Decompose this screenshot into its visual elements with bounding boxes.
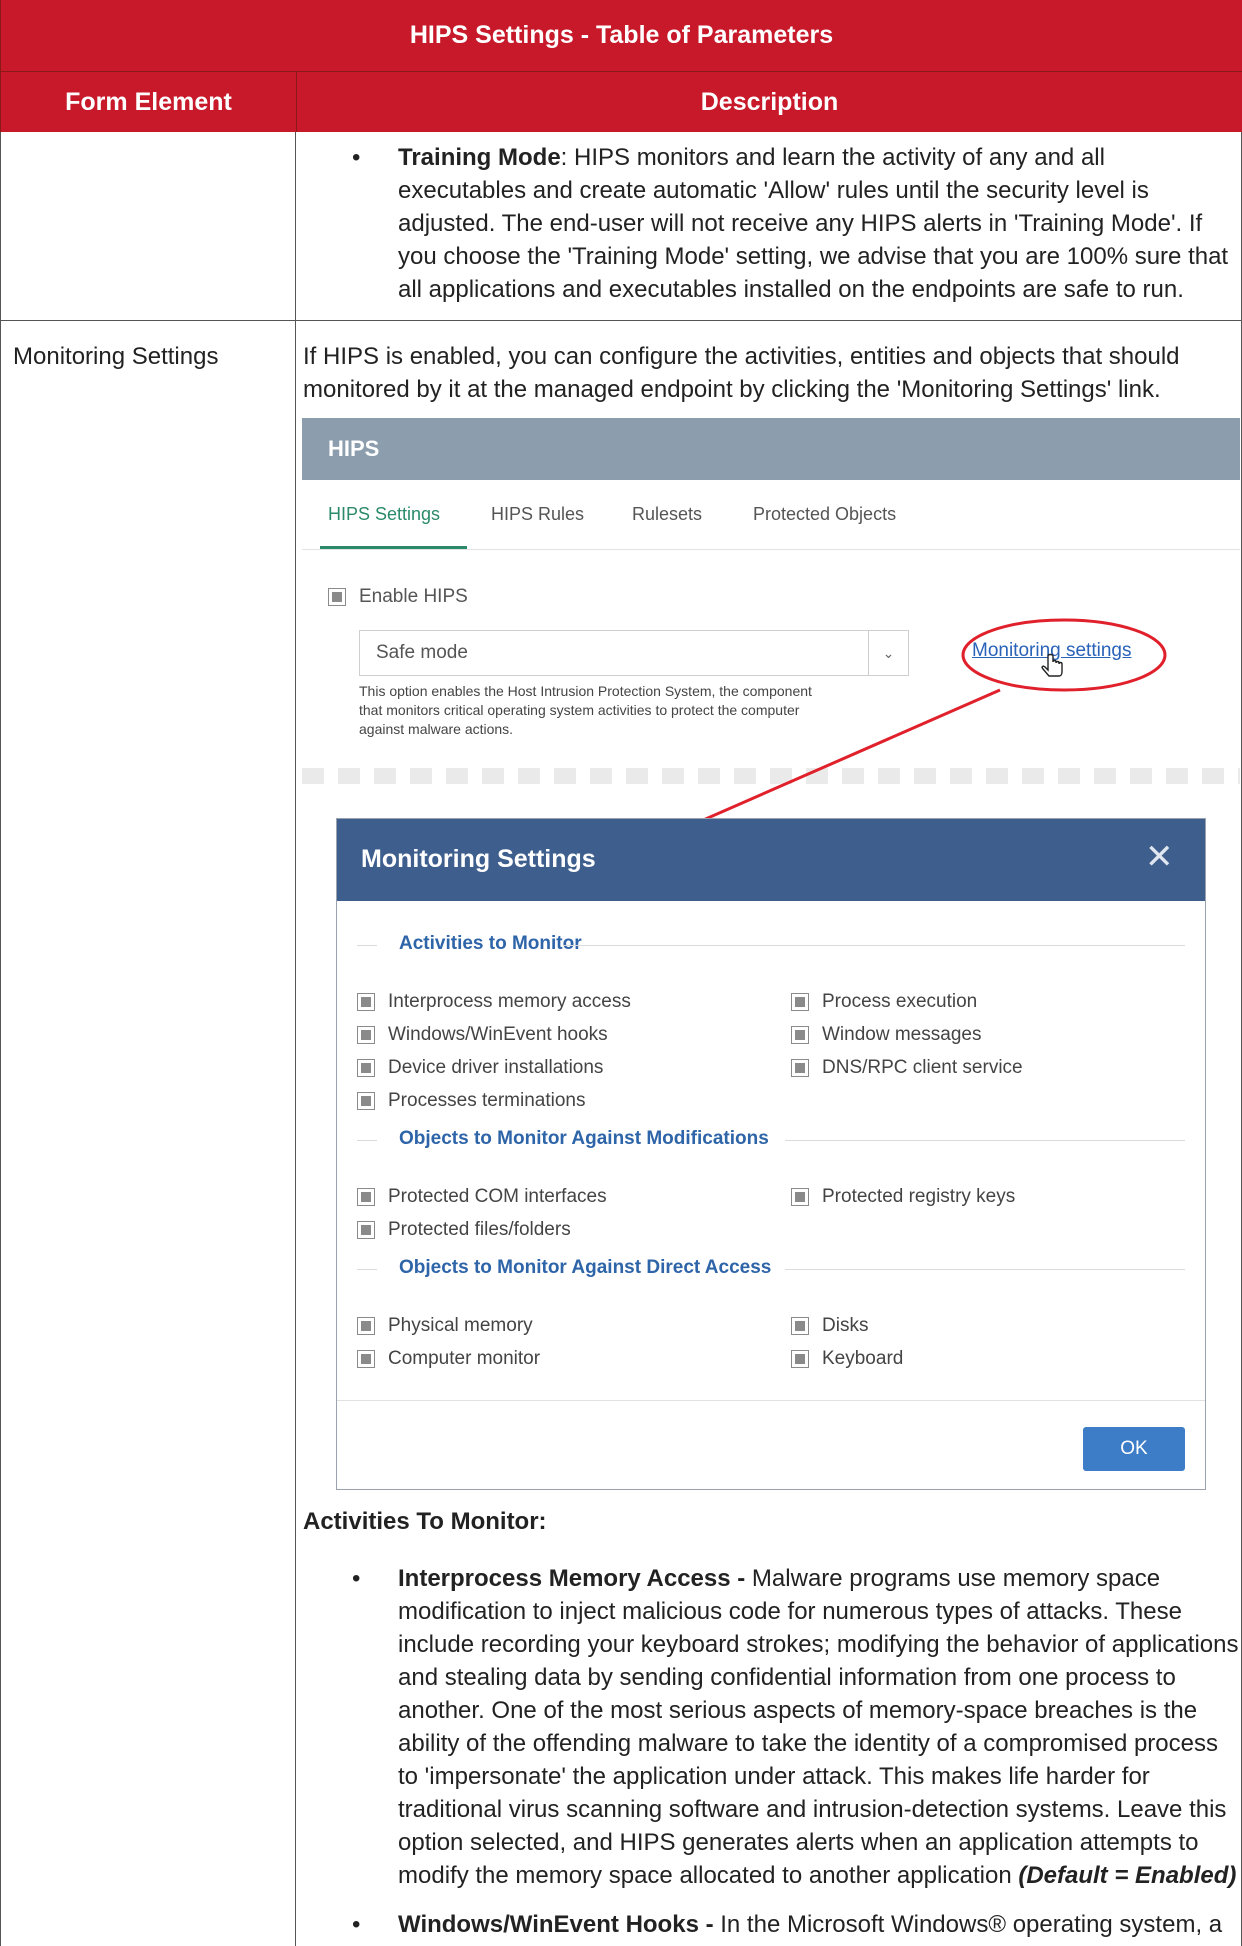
ipma-line-7: to 'impersonate' the application under a…	[398, 1763, 1150, 1790]
close-icon[interactable]: ✕	[1145, 837, 1174, 877]
section-title-modifications: Objects to Monitor Against Modifications	[399, 1128, 769, 1149]
activities-heading: Activities To Monitor:	[303, 1508, 547, 1535]
hooks-term: Windows/WinEvent Hooks -	[398, 1911, 714, 1938]
ipma-line-10: modify the memory space allocated to ano…	[398, 1859, 1236, 1892]
bullet: •	[352, 1565, 361, 1592]
ipma-line-1: Interprocess Memory Access - Malware pro…	[398, 1562, 1160, 1595]
ipma-line-2: modification to inject malicious code fo…	[398, 1598, 1182, 1625]
hand-cursor-icon	[1041, 653, 1063, 677]
section-rule	[563, 945, 1185, 946]
section-rule	[785, 1269, 1185, 1270]
document: HIPS Settings - Table of Parameters Form…	[0, 0, 1242, 1946]
hooks-line-1: Windows/WinEvent Hooks - In the Microsof…	[398, 1908, 1222, 1941]
option-interprocess-memory-access: Interprocess memory access	[388, 991, 631, 1012]
checkbox[interactable]	[357, 1059, 375, 1077]
ipma-line-3: include recording your keyboard strokes;…	[398, 1631, 1239, 1658]
section-rule	[357, 1269, 377, 1270]
option-window-messages: Window messages	[822, 1024, 982, 1045]
ipma-default: (Default = Enabled)	[1018, 1862, 1237, 1889]
hooks-text: In the Microsoft Windows® operating syst…	[713, 1911, 1223, 1938]
option-device-driver-installations: Device driver installations	[388, 1057, 604, 1078]
checkbox[interactable]	[791, 1059, 809, 1077]
option-computer-monitor: Computer monitor	[388, 1348, 541, 1369]
checkbox[interactable]	[357, 1092, 375, 1110]
checkbox[interactable]	[357, 1350, 375, 1368]
highlight-ellipse	[961, 618, 1167, 692]
ipma-line-9: option selected, and HIPS generates aler…	[398, 1829, 1199, 1856]
option-processes-terminations: Processes terminations	[388, 1090, 586, 1111]
option-dns-rpc-client-service: DNS/RPC client service	[822, 1057, 1023, 1078]
checkbox[interactable]	[791, 993, 809, 1011]
bullet: •	[352, 1911, 361, 1938]
section-rule	[785, 1140, 1185, 1141]
option-protected-com-interfaces: Protected COM interfaces	[388, 1186, 607, 1207]
ipma-line-5: another. One of the most serious aspects…	[398, 1697, 1198, 1724]
ipma-text: Malware programs use memory space	[745, 1565, 1161, 1592]
ipma-last-text: modify the memory space allocated to ano…	[398, 1862, 1019, 1889]
dialog-footer-divider	[337, 1400, 1205, 1401]
ipma-line-6: ability of the offending malware to take…	[398, 1730, 1218, 1757]
checkbox[interactable]	[357, 1317, 375, 1335]
option-process-execution: Process execution	[822, 991, 978, 1012]
option-windows-winevent-hooks: Windows/WinEvent hooks	[388, 1024, 608, 1045]
dialog-title: Monitoring Settings	[361, 845, 596, 873]
section-title-activities: Activities to Monitor	[399, 933, 582, 954]
monitoring-settings-dialog: Monitoring Settings ✕ Activities to Moni…	[336, 818, 1206, 1490]
checkbox[interactable]	[791, 1317, 809, 1335]
ipma-term: Interprocess Memory Access -	[398, 1565, 746, 1592]
ipma-line-8: traditional virus scanning software and …	[398, 1796, 1227, 1823]
ipma-line-4: and stealing data by sending confidentia…	[398, 1664, 1176, 1691]
option-protected-registry-keys: Protected registry keys	[822, 1186, 1016, 1207]
checkbox[interactable]	[357, 1221, 375, 1239]
section-rule	[357, 945, 377, 946]
ok-button[interactable]: OK	[1083, 1427, 1185, 1471]
option-keyboard: Keyboard	[822, 1348, 904, 1369]
checkbox[interactable]	[791, 1188, 809, 1206]
checkbox[interactable]	[357, 993, 375, 1011]
section-title-direct-access: Objects to Monitor Against Direct Access	[399, 1257, 772, 1278]
checkbox[interactable]	[357, 1026, 375, 1044]
checkbox[interactable]	[791, 1350, 809, 1368]
section-rule	[357, 1140, 377, 1141]
option-physical-memory: Physical memory	[388, 1315, 533, 1336]
option-disks: Disks	[822, 1315, 869, 1336]
checkbox[interactable]	[357, 1188, 375, 1206]
dialog-header: Monitoring Settings ✕	[337, 819, 1205, 901]
option-protected-files-folders: Protected files/folders	[388, 1219, 571, 1240]
checkbox[interactable]	[791, 1026, 809, 1044]
